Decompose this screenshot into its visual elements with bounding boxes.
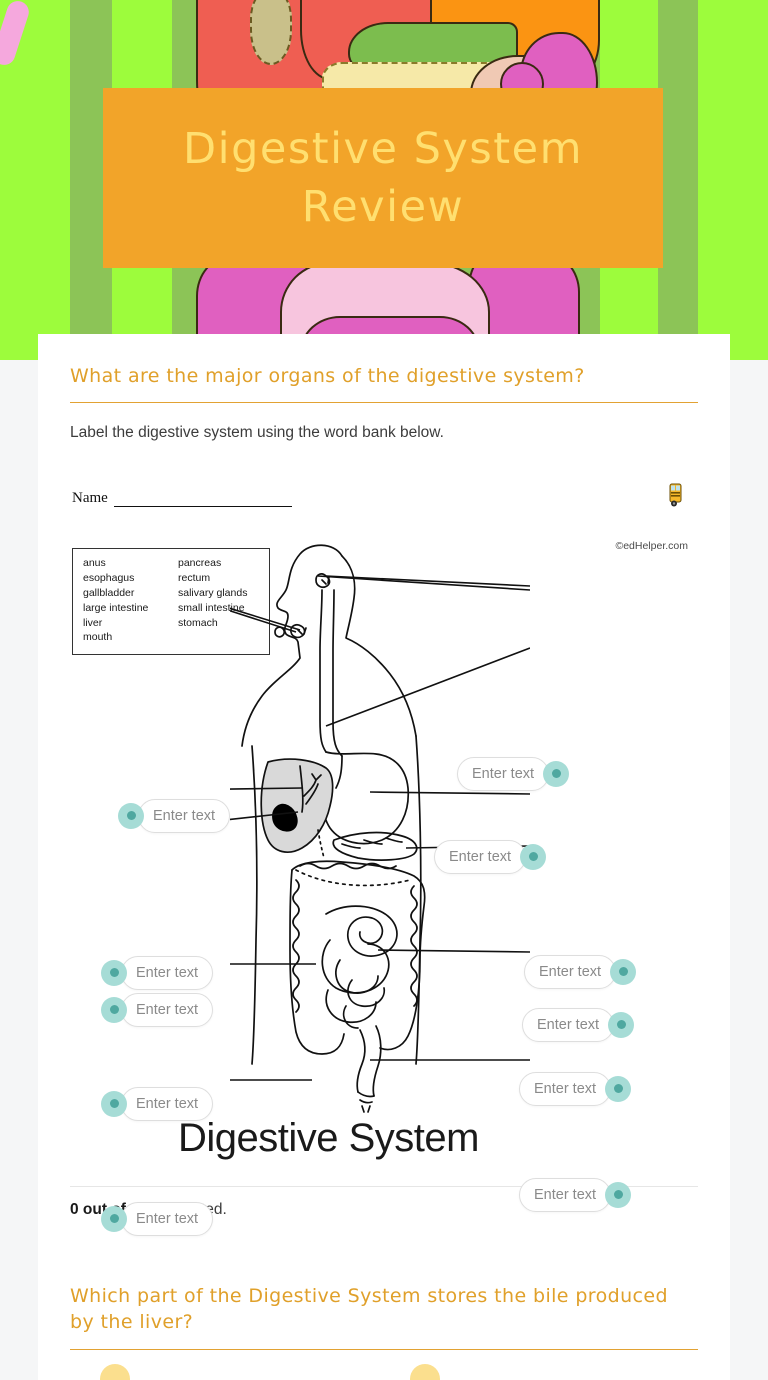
label-input-6[interactable]: Enter text bbox=[101, 992, 214, 1027]
label-marker-icon bbox=[101, 996, 127, 1023]
word-bank-item: gallbladder bbox=[83, 586, 135, 599]
label-input-11-box[interactable]: Enter text bbox=[121, 1201, 214, 1236]
worksheet-page: Digestive System Review What are the maj… bbox=[0, 0, 768, 1380]
name-blank-line bbox=[113, 495, 292, 507]
hero-banner: Digestive System Review bbox=[0, 0, 768, 360]
word-bank-item: liver bbox=[83, 616, 103, 629]
word-bank-item: mouth bbox=[83, 631, 113, 644]
label-input-7[interactable]: Enter text bbox=[522, 1007, 635, 1042]
label-marker-icon bbox=[118, 802, 144, 829]
option-bubble-b[interactable] bbox=[410, 1364, 440, 1380]
label-marker-icon bbox=[610, 958, 637, 985]
label-input-10[interactable]: Enter text bbox=[519, 1177, 632, 1212]
word-bank-item: esophagus bbox=[83, 571, 135, 584]
figure-title: Digestive System bbox=[178, 1115, 479, 1160]
name-label: Name bbox=[72, 489, 108, 506]
question-2-title: Which part of the Digestive System store… bbox=[70, 1284, 668, 1334]
question-2-options bbox=[70, 1364, 698, 1380]
label-input-5[interactable]: Enter text bbox=[524, 954, 637, 989]
label-input-11[interactable]: Enter text bbox=[101, 1201, 214, 1236]
background-band bbox=[698, 0, 768, 360]
question-1-instruction: Label the digestive system using the wor… bbox=[70, 423, 444, 441]
word-bank-item: anus bbox=[83, 556, 106, 569]
label-input-7-box[interactable]: Enter text bbox=[522, 1007, 615, 1042]
word-bank-column-1: anus esophagus gallbladder large intesti… bbox=[83, 556, 164, 645]
label-input-3-box[interactable]: Enter text bbox=[434, 839, 527, 874]
label-marker-icon bbox=[605, 1181, 632, 1208]
label-input-8-box[interactable]: Enter text bbox=[519, 1071, 612, 1106]
copyright-credit: ©edHelper.com bbox=[615, 539, 688, 552]
label-input-2[interactable]: Enter text bbox=[118, 798, 231, 833]
label-input-5-box[interactable]: Enter text bbox=[524, 954, 617, 989]
label-input-10-box[interactable]: Enter text bbox=[519, 1177, 612, 1212]
question-1-section: What are the major organs of the digesti… bbox=[38, 334, 730, 1380]
worksheet-figure: Name ©edHelper.com anus esophagus gallbl… bbox=[70, 479, 698, 1236]
option-bubble-a[interactable] bbox=[100, 1364, 130, 1380]
label-input-9-box[interactable]: Enter text bbox=[121, 1086, 214, 1121]
background-band bbox=[658, 0, 698, 360]
label-input-6-box[interactable]: Enter text bbox=[121, 992, 214, 1027]
page-title: Digestive System Review bbox=[183, 123, 583, 232]
label-marker-icon bbox=[101, 959, 127, 986]
question-2-section: Which part of the Digestive System store… bbox=[70, 1283, 698, 1380]
label-input-4-box[interactable]: Enter text bbox=[121, 955, 214, 990]
page-title-plate: Digestive System Review bbox=[103, 88, 663, 268]
label-marker-icon bbox=[608, 1011, 635, 1038]
divider bbox=[70, 1349, 698, 1351]
content-card: What are the major organs of the digesti… bbox=[38, 334, 730, 1380]
label-input-9[interactable]: Enter text bbox=[101, 1086, 214, 1121]
question-1-title: What are the major organs of the digesti… bbox=[70, 365, 585, 387]
label-input-2-box[interactable]: Enter text bbox=[138, 798, 231, 833]
label-input-1[interactable]: Enter text bbox=[457, 756, 570, 791]
label-marker-icon bbox=[605, 1075, 632, 1102]
label-input-4[interactable]: Enter text bbox=[101, 955, 214, 990]
school-bus-icon bbox=[669, 483, 682, 507]
name-field-row: Name bbox=[72, 490, 292, 507]
word-bank-item: large intestine bbox=[83, 601, 149, 614]
label-marker-icon bbox=[101, 1205, 127, 1232]
label-marker-icon bbox=[543, 760, 570, 787]
divider bbox=[70, 401, 698, 403]
label-marker-icon bbox=[101, 1090, 127, 1117]
digestive-system-diagram bbox=[230, 544, 530, 1113]
label-input-1-box[interactable]: Enter text bbox=[457, 756, 550, 791]
label-marker-icon bbox=[520, 843, 547, 870]
label-input-3[interactable]: Enter text bbox=[434, 839, 547, 874]
label-input-8[interactable]: Enter text bbox=[519, 1071, 632, 1106]
